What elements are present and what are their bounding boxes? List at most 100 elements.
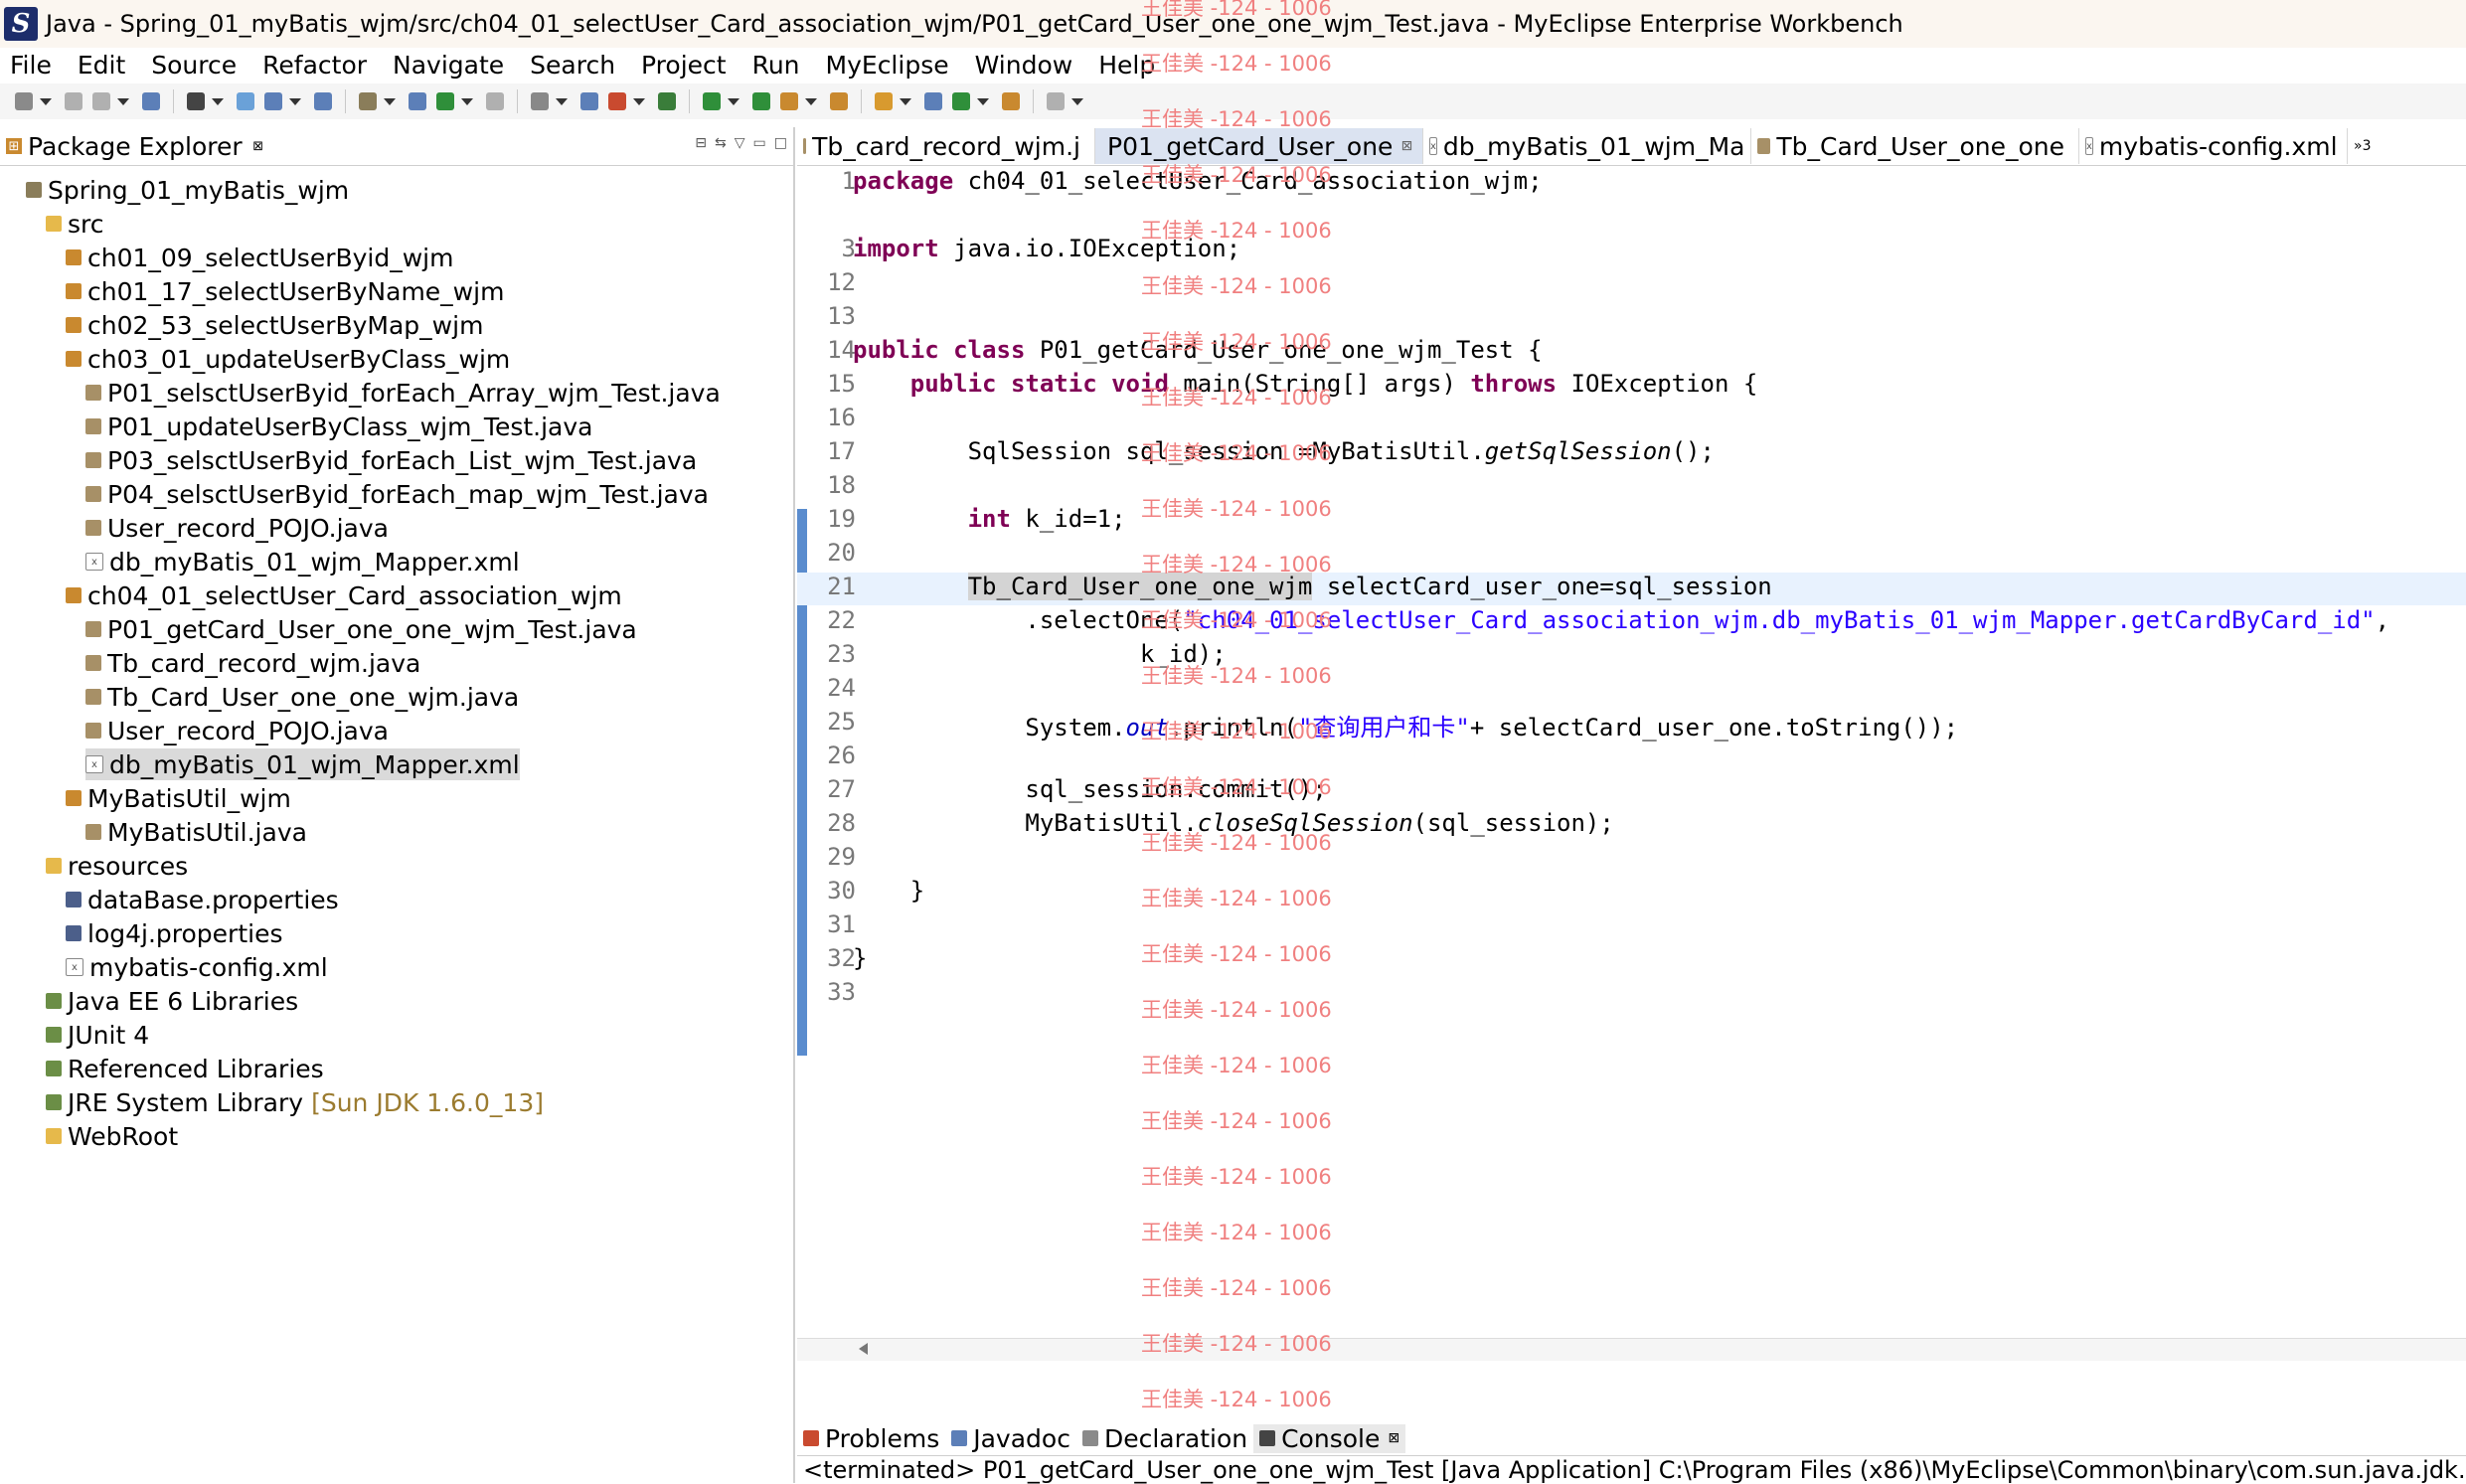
bottom-tab-declaration[interactable]: Declaration [1076, 1424, 1253, 1453]
close-icon[interactable]: ⊠ [1400, 138, 1412, 154]
menu-run[interactable]: Run [742, 51, 816, 80]
debug-icon[interactable] [486, 92, 504, 110]
open-type-icon[interactable] [237, 92, 254, 110]
next-annotation-icon[interactable] [924, 92, 942, 110]
tree-item[interactable]: Spring_01_myBatis_wjm [26, 174, 349, 206]
save-all-icon[interactable] [92, 92, 110, 110]
tree-item[interactable]: log4j.properties [66, 917, 282, 949]
package-explorer-tab[interactable]: ⊞ Package Explorer ⊠ ⊟ ⇆ ▽ ▭ □ [0, 127, 793, 166]
tree-item[interactable]: WebRoot [46, 1120, 178, 1152]
editor-tab[interactable]: P01_getCard_User_one ⊠ [1095, 128, 1423, 164]
print-icon[interactable] [142, 92, 160, 110]
tree-item[interactable]: ch01_17_selectUserByName_wjm [66, 275, 504, 307]
tree-item[interactable]: JUnit 4 [46, 1019, 149, 1051]
save-icon[interactable] [65, 92, 82, 110]
tree-item[interactable]: Referenced Libraries [46, 1053, 324, 1084]
menu-edit[interactable]: Edit [68, 51, 141, 80]
editor-tab[interactable]: Tb_card_record_wjm.j [797, 128, 1095, 164]
editor-tab[interactable]: x db_myBatis_01_wjm_Ma [1423, 128, 1751, 164]
external-tools-icon[interactable] [580, 92, 598, 110]
horizontal-scrollbar[interactable] [797, 1338, 2466, 1361]
scroll-left-icon[interactable] [859, 1343, 868, 1355]
dropdown-arrow-icon[interactable] [117, 97, 129, 105]
tree-item[interactable]: P01_getCard_User_one_one_wjm_Test.java [85, 613, 637, 645]
dropdown-arrow-icon[interactable] [556, 97, 568, 105]
tree-item[interactable]: ch04_01_selectUser_Card_association_wjm [66, 579, 622, 611]
menu-myeclipse[interactable]: MyEclipse [816, 51, 965, 80]
menu-navigate[interactable]: Navigate [383, 51, 520, 80]
tree-item[interactable]: P04_selsctUserByid_forEach_map_wjm_Test.… [85, 478, 709, 510]
editor-tab[interactable]: Tb_Card_User_one_one [1751, 128, 2079, 164]
menu-source[interactable]: Source [141, 51, 252, 80]
build-icon[interactable] [608, 92, 626, 110]
tree-item[interactable]: x mybatis-config.xml [66, 951, 328, 983]
run-icon[interactable] [436, 92, 454, 110]
tree-item[interactable]: dataBase.properties [66, 884, 339, 915]
run-last-icon[interactable] [703, 92, 721, 110]
dropdown-arrow-icon[interactable] [212, 97, 224, 105]
minimize-icon[interactable]: ▭ [753, 135, 766, 151]
dropdown-arrow-icon[interactable] [384, 97, 396, 105]
bottom-tab-problems[interactable]: Problems [797, 1424, 945, 1453]
dropdown-arrow-icon[interactable] [40, 97, 52, 105]
close-icon[interactable]: ⊠ [1388, 1430, 1399, 1446]
maximize-icon[interactable]: □ [774, 135, 787, 151]
marker-icon[interactable] [830, 92, 848, 110]
tree-item[interactable]: P03_selsctUserByid_forEach_List_wjm_Test… [85, 444, 697, 476]
profile-icon[interactable] [531, 92, 549, 110]
tree-item[interactable]: User_record_POJO.java [85, 715, 389, 746]
deploy-icon[interactable] [314, 92, 332, 110]
search-icon[interactable] [264, 92, 282, 110]
new-wizard-icon[interactable] [187, 92, 205, 110]
tree-item[interactable]: P01_selsctUserByid_forEach_Array_wjm_Tes… [85, 377, 721, 409]
close-icon[interactable]: ⊠ [250, 138, 266, 154]
tree-item[interactable]: ch03_01_updateUserByClass_wjm [66, 343, 510, 375]
tree-item[interactable]: MyBatisUtil_wjm [66, 782, 291, 814]
tree-item[interactable]: P01_updateUserByClass_wjm_Test.java [85, 411, 592, 442]
bottom-tab-javadoc[interactable]: Javadoc [945, 1424, 1076, 1453]
tree-item[interactable]: x db_myBatis_01_wjm_Mapper.xml [85, 748, 520, 780]
view-menu-icon[interactable]: ▽ [735, 135, 745, 151]
dropdown-arrow-icon[interactable] [977, 97, 989, 105]
dropdown-arrow-icon[interactable] [461, 97, 473, 105]
menu-refactor[interactable]: Refactor [252, 51, 383, 80]
tree-item[interactable]: resources [46, 850, 188, 882]
dropdown-arrow-icon[interactable] [289, 97, 301, 105]
link-with-editor-icon[interactable]: ⇆ [715, 135, 727, 151]
dropdown-arrow-icon[interactable] [1071, 97, 1083, 105]
tree-item[interactable]: Java EE 6 Libraries [46, 985, 298, 1017]
refresh-icon[interactable] [658, 92, 676, 110]
more-tabs-button[interactable]: »3 [2354, 138, 2371, 154]
tree-item[interactable]: x db_myBatis_01_wjm_Mapper.xml [85, 546, 520, 577]
annotation-icon[interactable] [875, 92, 893, 110]
tree-item[interactable]: JRE System Library [Sun JDK 1.6.0_13] [46, 1086, 544, 1118]
coverage-icon[interactable] [752, 92, 770, 110]
editor-tab[interactable]: x mybatis-config.xml [2079, 128, 2348, 164]
dropdown-arrow-icon[interactable] [900, 97, 911, 105]
prev-annotation-icon[interactable] [952, 92, 970, 110]
menu-window[interactable]: Window [965, 51, 1089, 80]
tree-item[interactable]: MyBatisUtil.java [85, 816, 307, 848]
open-task-icon[interactable] [780, 92, 798, 110]
dropdown-arrow-icon[interactable] [805, 97, 817, 105]
browser-icon[interactable] [409, 92, 426, 110]
bottom-tab-console[interactable]: Console ⊠ [1253, 1423, 1406, 1453]
tree-item[interactable]: src [46, 208, 104, 240]
tree-item[interactable]: ch01_09_selectUserByid_wjm [66, 242, 453, 273]
server-icon[interactable] [359, 92, 377, 110]
code-area[interactable]: 1 package ch04_01_selectUser_Card_associa… [797, 167, 2466, 1340]
menu-file[interactable]: File [0, 51, 68, 80]
menu-project[interactable]: Project [631, 51, 742, 80]
tree-item[interactable]: Tb_Card_User_one_one_wjm.java [85, 681, 519, 713]
tree-item[interactable]: ch02_53_selectUserByMap_wjm [66, 309, 483, 341]
menu-search[interactable]: Search [520, 51, 631, 80]
new-icon[interactable] [15, 92, 33, 110]
tree-item[interactable]: User_record_POJO.java [85, 512, 389, 544]
forward-icon[interactable] [1047, 92, 1065, 110]
dropdown-arrow-icon[interactable] [728, 97, 740, 105]
menu-help[interactable]: Help [1088, 51, 1171, 80]
collapse-all-icon[interactable]: ⊟ [695, 135, 707, 151]
back-icon[interactable] [1002, 92, 1020, 110]
tree-item[interactable]: Tb_card_record_wjm.java [85, 647, 420, 679]
dropdown-arrow-icon[interactable] [633, 97, 645, 105]
